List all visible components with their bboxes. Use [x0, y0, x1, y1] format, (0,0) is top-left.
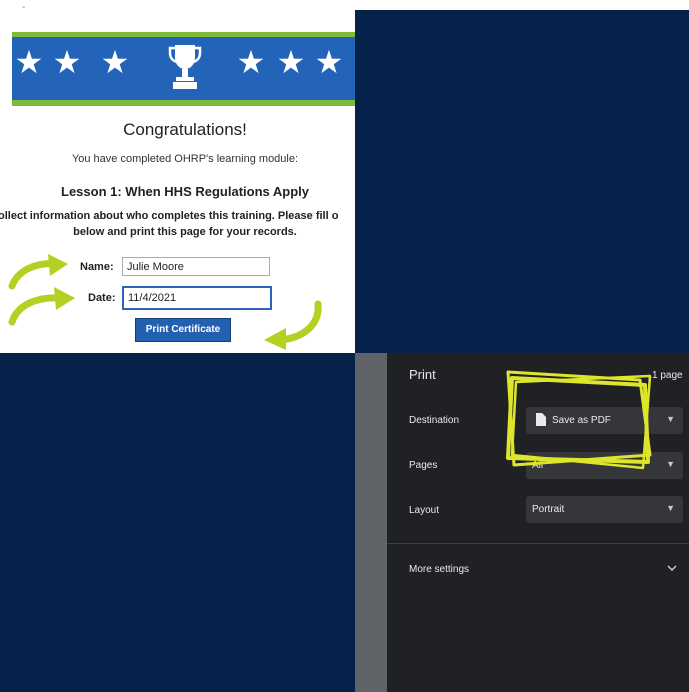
date-label: Date: — [88, 292, 116, 304]
star-icon: ★ — [236, 43, 266, 81]
completed-text: You have completed OHRP's learning modul… — [71, 153, 299, 165]
name-field[interactable]: Julie Moore — [122, 257, 270, 276]
pages-value: All — [532, 460, 544, 471]
pages-select[interactable]: All ▼ — [526, 452, 683, 479]
pages-label: Pages — [409, 460, 438, 471]
dash-mark: - — [22, 2, 26, 13]
navy-background-bottom-left — [0, 353, 355, 692]
instruction-line-1: ollect information about who completes t… — [0, 210, 339, 222]
certificate-panel: - ★ ★ ★ ★ ★ ★ Congratulations! You have … — [0, 0, 355, 353]
congratulations-heading: Congratulations! — [123, 120, 247, 139]
chevron-down-icon: ▼ — [666, 459, 675, 469]
document-icon — [536, 413, 546, 426]
star-icon: ★ — [52, 43, 82, 81]
chevron-down-icon — [667, 565, 677, 572]
chevron-down-icon: ▼ — [666, 503, 675, 513]
trophy-icon — [168, 45, 202, 89]
banner-bottom-stripe — [12, 100, 355, 106]
chevron-down-icon: ▼ — [666, 414, 675, 424]
preview-scrollbar[interactable] — [355, 353, 387, 692]
destination-label: Destination — [409, 415, 460, 426]
star-icon: ★ — [100, 43, 130, 81]
print-title: Print — [409, 367, 436, 382]
name-label: Name: — [80, 261, 114, 273]
instruction-line-2: below and print this page for your recor… — [73, 226, 297, 238]
star-icon: ★ — [14, 43, 44, 81]
more-settings-row[interactable]: More settings — [387, 555, 689, 583]
destination-select[interactable]: Save as PDF ▼ — [526, 407, 683, 434]
curved-arrow-icon — [264, 300, 322, 350]
layout-select[interactable]: Portrait ▼ — [526, 496, 683, 523]
settings-divider — [387, 543, 689, 544]
page-count: 1 page — [652, 370, 683, 381]
destination-value: Save as PDF — [552, 415, 611, 426]
print-certificate-button[interactable]: Print Certificate — [135, 318, 231, 342]
star-icon: ★ — [314, 43, 344, 81]
layout-label: Layout — [409, 505, 440, 516]
more-settings-label: More settings — [409, 564, 470, 575]
navy-background-top-right — [355, 10, 689, 353]
layout-value: Portrait — [532, 504, 565, 515]
star-icon: ★ — [276, 43, 306, 81]
date-field[interactable]: 11/4/2021 — [122, 286, 272, 310]
curved-arrow-icon — [8, 287, 75, 326]
lesson-title: Lesson 1: When HHS Regulations Apply — [61, 184, 309, 199]
